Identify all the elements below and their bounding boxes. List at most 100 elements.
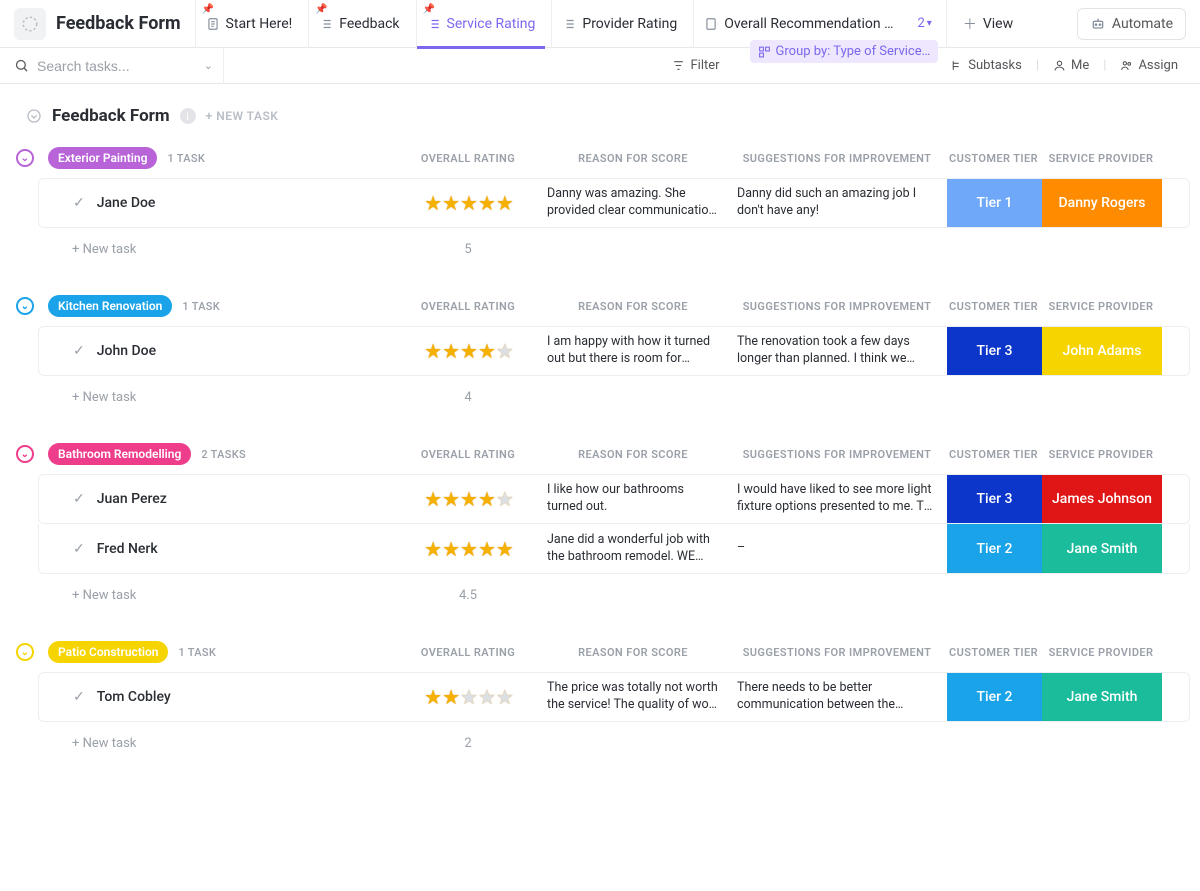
star-icon: ★ xyxy=(460,685,478,709)
tab-service-rating[interactable]: 📌 Service Rating xyxy=(416,0,546,48)
provider-cell[interactable]: Jane Smith xyxy=(1042,673,1162,721)
star-icon: ★ xyxy=(424,685,442,709)
new-task-button[interactable]: + New task xyxy=(38,736,398,751)
tier-cell[interactable]: Tier 3 xyxy=(947,327,1042,375)
col-tier: CUSTOMER TIER xyxy=(946,448,1041,461)
group-collapse-icon[interactable]: ⌄ xyxy=(16,297,34,315)
col-reason: REASON FOR SCORE xyxy=(538,300,728,313)
new-task-button[interactable]: + New task xyxy=(38,390,398,405)
tab-start-here[interactable]: 📌 Start Here! xyxy=(195,0,303,48)
more-tabs-button[interactable]: 2 ▾ xyxy=(909,16,939,31)
tier-cell[interactable]: Tier 1 xyxy=(947,179,1042,227)
suggestions-cell[interactable]: I would have liked to see more light fix… xyxy=(729,475,947,523)
subtasks-button[interactable]: Subtasks xyxy=(942,54,1030,77)
star-icon: ★ xyxy=(478,537,496,561)
tab-label: Provider Rating xyxy=(582,16,677,32)
star-icon: ★ xyxy=(442,339,460,363)
add-view-button[interactable]: ＋ View xyxy=(953,0,1023,48)
info-icon[interactable]: i xyxy=(180,108,196,124)
star-icon: ★ xyxy=(478,191,496,215)
view-label: View xyxy=(983,16,1013,32)
chevron-down-icon[interactable] xyxy=(26,108,42,124)
reason-cell[interactable]: Danny was amazing. She provided clear co… xyxy=(539,179,729,227)
provider-cell[interactable]: Danny Rogers xyxy=(1042,179,1162,227)
check-icon[interactable]: ✓ xyxy=(73,195,85,211)
star-icon: ★ xyxy=(442,685,460,709)
provider-cell[interactable]: Jane Smith xyxy=(1042,524,1162,573)
suggestions-cell[interactable]: There needs to be better communication b… xyxy=(729,673,947,721)
tier-cell[interactable]: Tier 2 xyxy=(947,673,1042,721)
reason-cell[interactable]: The price was totally not worth the serv… xyxy=(539,673,729,721)
task-row[interactable]: ✓ Tom Cobley ★★★★★ The price was totally… xyxy=(38,672,1190,722)
tab-label: Start Here! xyxy=(226,16,293,32)
star-icon: ★ xyxy=(424,191,442,215)
plus-icon: ＋ xyxy=(963,14,977,34)
group-average: 2 xyxy=(398,736,538,751)
assign-button[interactable]: Assign xyxy=(1112,54,1186,77)
automate-button[interactable]: Automate xyxy=(1077,8,1186,40)
check-icon[interactable]: ✓ xyxy=(73,491,85,507)
group-pill[interactable]: Kitchen Renovation xyxy=(48,295,172,317)
suggestions-cell[interactable]: Danny did such an amazing job I don't ha… xyxy=(729,179,947,227)
rating-cell[interactable]: ★★★★★ xyxy=(399,673,539,721)
group-average: 4 xyxy=(398,390,538,405)
rating-cell[interactable]: ★★★★★ xyxy=(399,475,539,523)
group-average: 4.5 xyxy=(398,588,538,603)
reason-cell[interactable]: I am happy with how it turned out but th… xyxy=(539,327,729,375)
search-input[interactable] xyxy=(37,58,177,74)
group-pill[interactable]: Exterior Painting xyxy=(48,147,157,169)
col-overall: OVERALL RATING xyxy=(398,646,538,659)
task-row[interactable]: ✓ Fred Nerk ★★★★★ Jane did a wonderful j… xyxy=(38,524,1190,574)
reason-cell[interactable]: I like how our bathrooms turned out. xyxy=(539,475,729,523)
tier-cell[interactable]: Tier 3 xyxy=(947,475,1042,523)
doc-icon xyxy=(704,17,718,31)
rating-cell[interactable]: ★★★★★ xyxy=(399,179,539,227)
new-task-button[interactable]: + New task xyxy=(38,242,398,257)
group-collapse-icon[interactable]: ⌄ xyxy=(16,643,34,661)
star-icon: ★ xyxy=(424,487,442,511)
tier-cell[interactable]: Tier 2 xyxy=(947,524,1042,573)
rating-cell[interactable]: ★★★★★ xyxy=(399,327,539,375)
tab-provider-rating[interactable]: Provider Rating xyxy=(551,0,687,48)
col-suggestions: SUGGESTIONS FOR IMPROVEMENT xyxy=(728,646,946,659)
star-icon: ★ xyxy=(442,537,460,561)
col-provider: SERVICE PROVIDER xyxy=(1041,646,1161,659)
task-row[interactable]: ✓ John Doe ★★★★★ I am happy with how it … xyxy=(38,326,1190,376)
group-average: 5 xyxy=(398,242,538,257)
app-icon[interactable] xyxy=(14,8,46,40)
provider-cell[interactable]: James Johnson xyxy=(1042,475,1162,523)
suggestions-cell[interactable]: – xyxy=(729,524,947,573)
star-icon: ★ xyxy=(460,487,478,511)
task-row[interactable]: ✓ Jane Doe ★★★★★ Danny was amazing. She … xyxy=(38,178,1190,228)
filter-icon xyxy=(672,59,685,72)
check-icon[interactable]: ✓ xyxy=(73,541,85,557)
filter-button[interactable]: Filter xyxy=(664,54,727,77)
list-icon xyxy=(319,17,333,31)
new-task-button[interactable]: + New task xyxy=(38,588,398,603)
task-name: Tom Cobley xyxy=(97,689,171,705)
tab-feedback[interactable]: 📌 Feedback xyxy=(308,0,409,48)
group-collapse-icon[interactable]: ⌄ xyxy=(16,149,34,167)
new-task-button[interactable]: + NEW TASK xyxy=(206,109,279,123)
suggestions-cell[interactable]: The renovation took a few days longer th… xyxy=(729,327,947,375)
chevron-down-icon[interactable]: ⌄ xyxy=(204,59,213,72)
group-pill[interactable]: Patio Construction xyxy=(48,641,168,663)
check-icon[interactable]: ✓ xyxy=(73,689,85,705)
group-pill[interactable]: Bathroom Remodelling xyxy=(48,443,191,465)
reason-cell[interactable]: Jane did a wonderful job with the bathro… xyxy=(539,524,729,573)
provider-cell[interactable]: John Adams xyxy=(1042,327,1162,375)
subtasks-label: Subtasks xyxy=(968,58,1022,73)
rating-cell[interactable]: ★★★★★ xyxy=(399,524,539,573)
col-tier: CUSTOMER TIER xyxy=(946,646,1041,659)
pin-icon: 📌 xyxy=(315,4,327,15)
task-row[interactable]: ✓ Juan Perez ★★★★★ I like how our bathro… xyxy=(38,474,1190,524)
me-button[interactable]: Me xyxy=(1045,54,1097,77)
people-icon xyxy=(1120,59,1133,72)
star-icon: ★ xyxy=(460,191,478,215)
tab-label: Service Rating xyxy=(447,16,536,32)
group-collapse-icon[interactable]: ⌄ xyxy=(16,445,34,463)
tab-overall-recommendation[interactable]: Overall Recommendation … xyxy=(693,0,903,48)
automate-label: Automate xyxy=(1112,16,1173,32)
check-icon[interactable]: ✓ xyxy=(73,343,85,359)
pin-icon: 📌 xyxy=(423,4,435,15)
